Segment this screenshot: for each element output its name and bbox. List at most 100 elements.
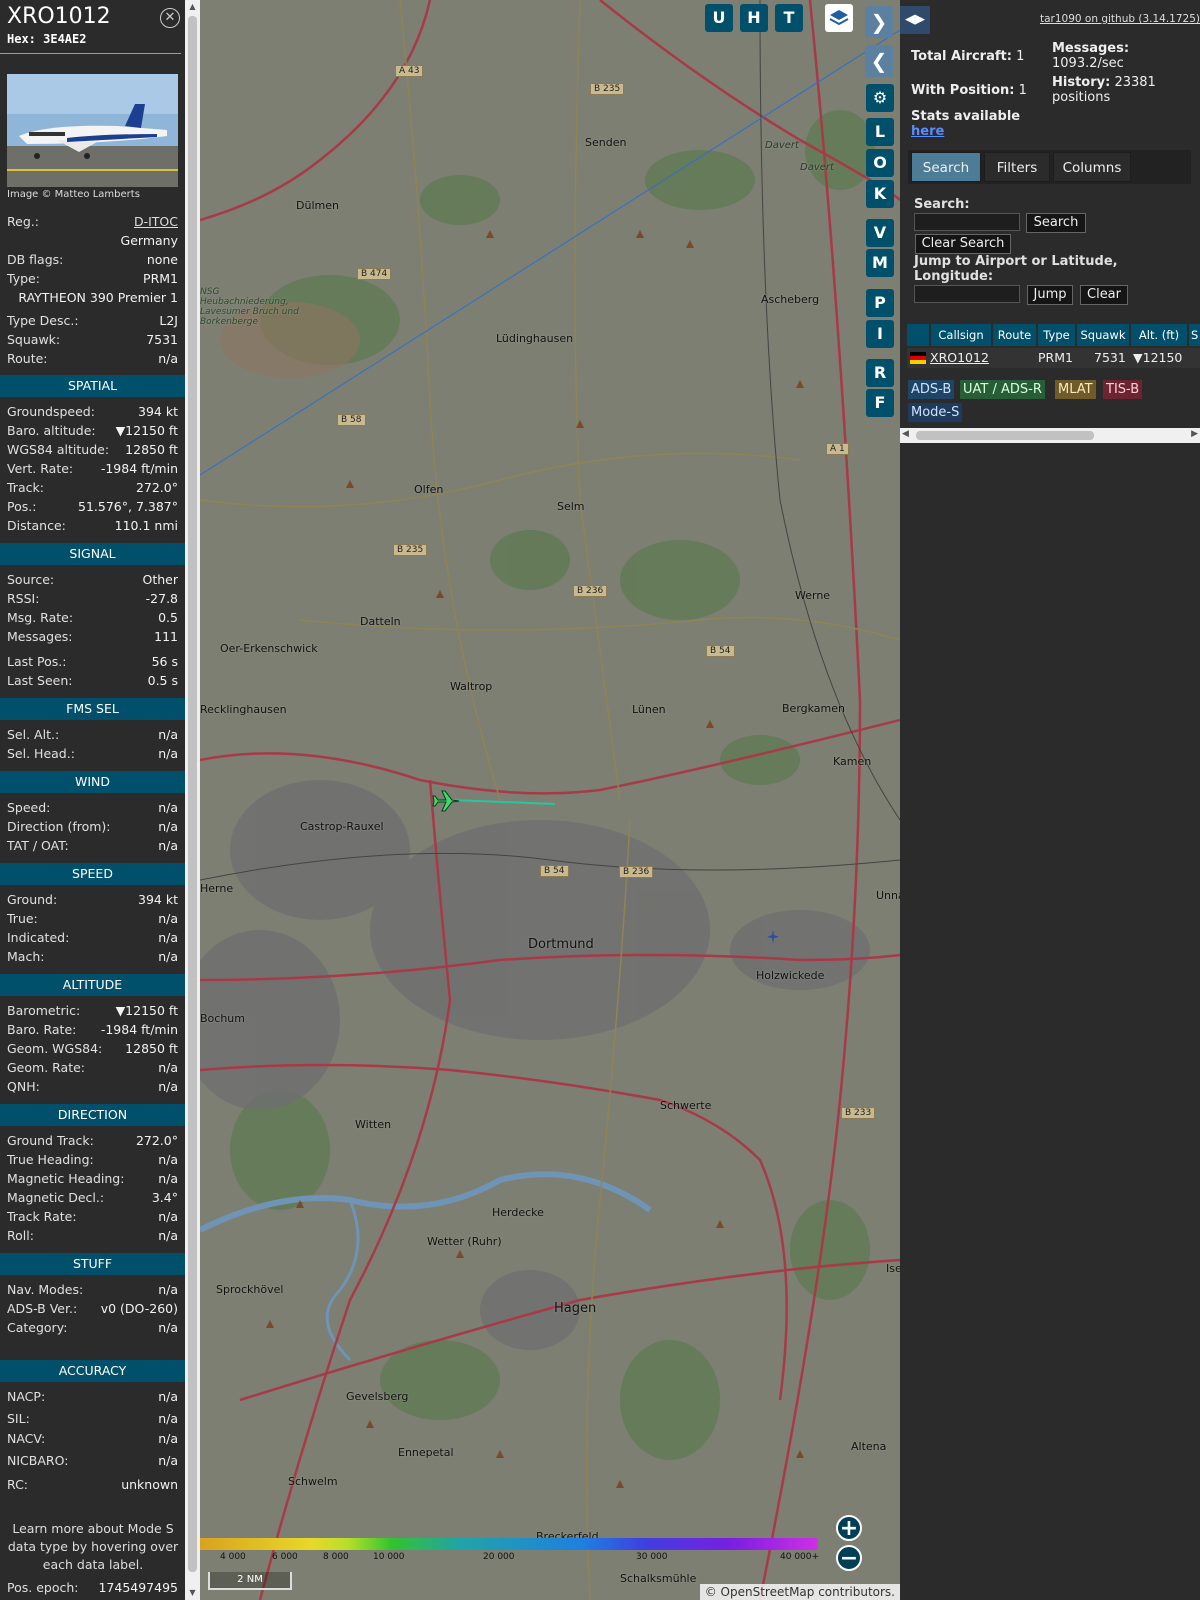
search-button[interactable]: Search <box>1026 213 1086 233</box>
table-header-route[interactable]: Route <box>993 324 1036 346</box>
map-button-m[interactable]: M <box>866 249 894 277</box>
map-button-u[interactable]: U <box>705 4 733 32</box>
info-row: Magnetic Decl.: 3.4° <box>7 1190 178 1209</box>
map-button-v[interactable]: V <box>866 219 894 247</box>
info-label: ADS-B Ver.: <box>7 1301 78 1316</box>
scrollbar-thumb[interactable] <box>916 431 1094 440</box>
place-label: Holzwickede <box>756 969 825 982</box>
road-label: B 235 <box>590 83 625 95</box>
section-speed: SPEED <box>0 863 185 885</box>
aircraft-marker-icon[interactable] <box>766 930 780 944</box>
info-value: n/a <box>158 1389 178 1404</box>
info-value: n/a <box>158 1411 178 1426</box>
info-value: 0.5 s <box>147 673 178 688</box>
info-value: n/a <box>158 746 178 761</box>
map-button-i[interactable]: I <box>866 320 894 348</box>
registration-link[interactable]: D-ITOC <box>134 214 178 233</box>
map-button-p[interactable]: P <box>866 289 894 317</box>
infoblock-scrollbar[interactable]: ▲ ▼ <box>185 0 200 1600</box>
info-label: Route: <box>7 351 48 366</box>
place-label: Schalksmühle <box>620 1572 697 1585</box>
zoom-in-button[interactable]: + <box>836 1515 862 1541</box>
info-row-dbflags: DB flags: none <box>7 252 178 271</box>
aircraft-photo[interactable] <box>7 74 178 187</box>
info-value: -1984 ft/min <box>100 461 178 476</box>
road-label: B 233 <box>841 1107 876 1119</box>
place-label: Olfen <box>414 483 444 496</box>
table-header-altitude[interactable]: Alt. (ft) <box>1131 324 1187 346</box>
scroll-down-icon[interactable]: ▼ <box>188 1588 197 1598</box>
expand-sidebar-icon[interactable]: ◀▶ <box>900 6 930 34</box>
selected-aircraft-icon[interactable] <box>432 788 462 814</box>
place-label: Wetter (Ruhr) <box>427 1235 502 1248</box>
map-button-t[interactable]: T <box>775 4 803 32</box>
info-label: Track: <box>7 480 44 495</box>
clear-search-button[interactable]: Clear Search <box>915 234 1011 254</box>
layers-icon[interactable] <box>825 4 853 32</box>
info-label: Messages: <box>7 629 73 644</box>
clear-button[interactable]: Clear <box>1080 285 1128 305</box>
place-label: Ennepetal <box>398 1446 454 1459</box>
table-header-squawk[interactable]: Squawk <box>1077 324 1129 346</box>
info-row: Source: Other <box>7 572 178 591</box>
place-label: Altena <box>851 1440 887 1453</box>
info-label: True Heading: <box>7 1152 94 1167</box>
map-button-o[interactable]: O <box>866 149 894 177</box>
table-header-speed[interactable]: S <box>1189 324 1200 346</box>
chevron-left-icon[interactable]: ❮ <box>865 45 893 77</box>
zoom-out-button[interactable]: − <box>836 1545 862 1571</box>
info-label: Nav. Modes: <box>7 1282 84 1297</box>
map-button-l[interactable]: L <box>866 118 894 146</box>
info-label: Last Pos.: <box>7 654 67 669</box>
search-input[interactable] <box>914 213 1020 231</box>
table-horizontal-scrollbar[interactable]: ◀ ▶ <box>900 428 1200 443</box>
settings-gear-icon[interactable]: ⚙ <box>866 84 894 112</box>
info-label: Track Rate: <box>7 1209 77 1224</box>
info-value: 394 kt <box>138 404 178 419</box>
info-value: n/a <box>158 1282 178 1297</box>
info-value: 12850 ft <box>125 442 178 457</box>
stat-with-position: With Position: 1 <box>911 83 1027 98</box>
map-button-k[interactable]: K <box>866 180 894 208</box>
github-link[interactable]: tar1090 on github (3.14.1725) <box>1040 13 1200 25</box>
scrollbar-thumb[interactable] <box>188 16 197 1572</box>
altitude-legend-label: 6 000 <box>272 1552 298 1562</box>
info-row: TAT / OAT: n/a <box>7 838 178 857</box>
badge-uat-adsr: UAT / ADS-R <box>960 380 1045 399</box>
photo-credit: Image © Matteo Lamberts <box>7 189 140 200</box>
table-header-callsign[interactable]: Callsign <box>931 324 991 346</box>
info-row: Speed: n/a <box>7 800 178 819</box>
map-attribution[interactable]: © OpenStreetMap contributors. <box>699 1584 900 1600</box>
tab-search[interactable]: Search <box>911 152 981 182</box>
tab-columns[interactable]: Columns <box>1053 152 1131 182</box>
stat-value: 1 <box>1016 49 1025 64</box>
table-header-type[interactable]: Type <box>1038 324 1075 346</box>
info-label: Reg.: <box>7 214 39 229</box>
road-label: B 58 <box>337 414 366 426</box>
tab-filters[interactable]: Filters <box>984 152 1050 182</box>
place-label: Witten <box>355 1118 392 1131</box>
info-row: Sel. Alt.: n/a <box>7 727 178 746</box>
scroll-up-icon[interactable]: ▲ <box>188 2 197 12</box>
map-button-h[interactable]: H <box>740 4 768 32</box>
map-canvas[interactable]: Senden Dülmen Lüdinghausen Ascheberg Olf… <box>200 0 900 1600</box>
badge-mlat: MLAT <box>1055 380 1096 399</box>
stats-link[interactable]: here <box>911 124 944 139</box>
map-button-f[interactable]: F <box>866 389 894 417</box>
altitude-color-legend <box>200 1538 818 1550</box>
place-label: Recklinghausen <box>200 703 287 716</box>
place-label: Kamen <box>833 755 872 768</box>
info-country: Germany <box>120 233 178 248</box>
map-button-r[interactable]: R <box>866 359 894 387</box>
info-type-name: RAYTHEON 390 Premier 1 <box>18 290 178 305</box>
info-label: Type Desc.: <box>7 313 79 328</box>
chevron-right-icon[interactable]: ❯ <box>865 6 893 38</box>
jump-button[interactable]: Jump <box>1027 285 1073 305</box>
info-label: Sel. Head.: <box>7 746 75 761</box>
table-header-flag[interactable] <box>907 324 929 346</box>
close-icon[interactable]: ✕ <box>160 8 180 28</box>
scroll-left-icon[interactable]: ◀ <box>902 429 909 439</box>
scroll-right-icon[interactable]: ▶ <box>1191 429 1198 439</box>
table-cell-callsign[interactable]: XRO1012 <box>930 348 989 368</box>
jump-input[interactable] <box>914 285 1020 303</box>
